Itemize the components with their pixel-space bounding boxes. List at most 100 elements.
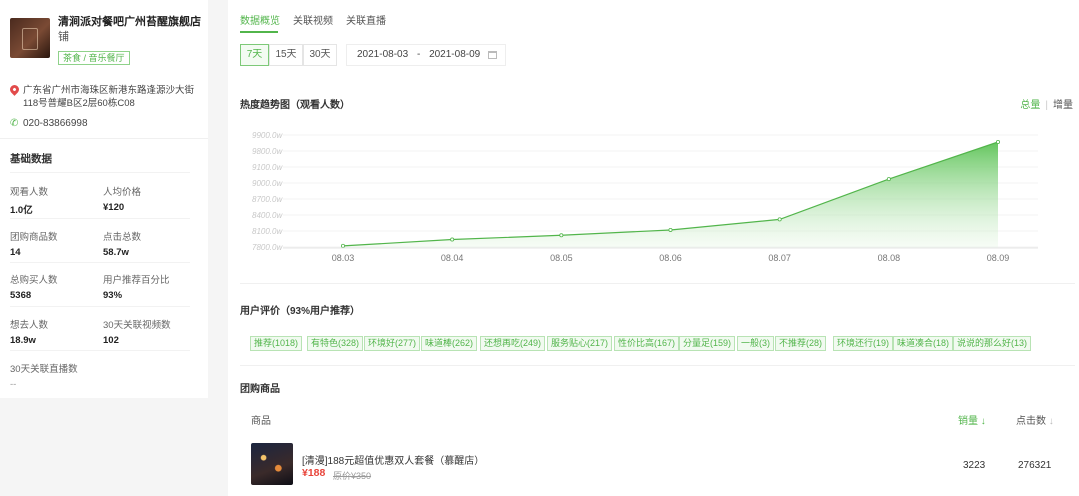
stat-total-clicks: 点击总数 58.7w [103,229,198,258]
stat-label: 总购买人数 [10,275,58,286]
range-7d-button[interactable]: 7天 [240,44,269,66]
product-price: ¥188 [302,467,326,479]
x-tick-label: 08.03 [332,253,355,263]
toggle-separator: | [1045,100,1048,111]
stat-value: 93% [103,290,123,301]
store-phone-text: 020-83866998 [23,118,88,129]
store-name-text: 清涧派对餐吧广州苔醒旗舰店 [58,16,201,28]
data-point[interactable] [886,177,891,182]
evaluation-tag[interactable]: 性价比高(167) [614,336,680,351]
evaluation-tags: 推荐(1018) 有特色(328) 环境好(277) 味道棒(262) 还想再吃(249… [250,336,1070,352]
toggle-increment[interactable]: 增量 [1053,100,1073,111]
stat-label: 点击总数 [103,232,142,243]
x-tick-label: 08.08 [878,253,901,263]
toggle-total[interactable]: 总量 [1020,100,1040,111]
stat-label: 观看人数 [10,187,49,198]
y-tick-label: 8700.0w [252,195,283,204]
divider [240,365,1075,366]
x-tick-label: 08.05 [550,253,573,263]
evaluation-tag[interactable]: 环境好(277) [364,336,421,351]
evaluation-tag[interactable]: 分量足(159) [679,336,736,351]
stat-30d-videos: 30天关联视频数 102 [103,317,198,346]
y-tick-label: 8100.0w [252,227,283,236]
y-tick-label: 9800.0w [252,147,283,156]
y-tick-label: 9100.0w [252,163,283,172]
basic-data-title: 基础数据 [10,153,52,165]
data-point[interactable] [450,237,455,242]
y-tick-label: 9900.0w [252,131,283,140]
product-name[interactable]: [清漫]188元超值优惠双人套餐（慕醒店） [302,452,484,467]
col-sales-header[interactable]: 销量 ↓ [958,412,986,427]
x-axis-ticks: 08.03 08.04 08.05 08.06 08.07 08.08 08.09 [332,253,1010,263]
stat-label: 30天关联视频数 [103,320,171,331]
tab-overview[interactable]: 数据概览 [240,12,280,27]
x-tick-label: 08.04 [441,253,464,263]
sort-down-icon: ↓ [980,416,986,427]
stat-value: -- [10,379,17,390]
stat-label: 30天关联直播数 [10,364,78,375]
main-panel: 数据概览 关联视频 关联直播 7天 15天 30天 2021-08-03 - 2… [228,0,1079,496]
evaluation-tag[interactable]: 环境还行(19) [833,336,894,351]
stat-want-to-go: 想去人数 18.9w [10,317,105,346]
evaluation-tag[interactable]: 有特色(328) [307,336,364,351]
store-name: 清涧派对餐吧广州苔醒旗舰店 铺 [58,15,206,45]
product-clicks: 276321 [1018,460,1052,471]
evaluation-tag[interactable]: 不推荐(28) [775,336,827,351]
x-tick-label: 08.07 [768,253,791,263]
col-clicks-header[interactable]: 点击数 ↓ [1016,412,1054,427]
divider [10,306,190,307]
date-separator: - [416,49,421,60]
stat-group-products: 团购商品数 14 [10,229,105,258]
col-product-header: 商品 [251,416,271,427]
evaluation-tag[interactable]: 还想再吃(249) [480,336,546,351]
evaluation-tag[interactable]: 一般(3) [737,336,774,351]
data-point[interactable] [996,139,1001,144]
tab-related-lives[interactable]: 关联直播 [346,12,386,27]
date-start: 2021-08-03 [357,49,409,60]
stat-value: 1.0亿 [10,205,33,216]
y-tick-label: 7800.0w [252,243,283,252]
divider [10,172,190,173]
product-original-price: 原价¥350 [333,471,372,481]
evaluation-tag[interactable]: 味道凑合(18) [893,336,954,351]
store-header: 清涧派对餐吧广州苔醒旗舰店 铺 茶食 / 音乐餐厅 [10,15,205,75]
stat-label: 团购商品数 [10,232,58,243]
range-15d-button[interactable]: 15天 [269,44,303,66]
y-tick-label: 8400.0w [252,211,283,220]
store-logo [10,18,50,58]
y-axis-ticks: 9900.0w 9800.0w 9100.0w 9000.0w 8700.0w 8400.… [252,131,283,252]
divider [10,262,190,263]
stat-recommend-percent: 用户推荐百分比 93% [103,272,198,301]
data-point[interactable] [668,227,673,232]
tab-related-videos[interactable]: 关联视频 [293,12,333,27]
x-tick-label: 08.09 [987,253,1010,263]
stat-value: 14 [10,247,21,258]
stat-value: 102 [103,335,119,346]
range-30d-button[interactable]: 30天 [303,44,337,66]
calendar-icon [488,51,497,59]
series-area [343,142,998,248]
stat-total-buyers: 总购买人数 5368 [10,272,105,301]
data-point[interactable] [777,217,782,222]
tab-active-indicator [240,31,278,33]
divider [10,218,190,219]
stat-viewers: 观看人数 1.0亿 [10,184,105,216]
chart-mode-toggle: 总量 | 增量 [1020,96,1073,111]
stat-value: ¥120 [103,202,125,213]
data-point[interactable] [559,233,564,238]
evaluation-tag[interactable]: 味道棒(262) [421,336,478,351]
evaluation-tag[interactable]: 服务贴心(217) [547,336,613,351]
x-tick-label: 08.06 [659,253,682,263]
stat-label: 人均价格 [103,187,142,198]
data-point[interactable] [341,243,346,248]
location-pin-icon [8,83,21,96]
product-image[interactable] [251,443,293,485]
evaluation-title: 用户评价（93%用户推荐） [240,306,361,317]
divider [10,350,190,351]
group-buy-title: 团购商品 [240,384,280,395]
stat-value: 18.9w [10,335,36,346]
evaluation-tag[interactable]: 推荐(1018) [250,336,303,351]
date-range-picker[interactable]: 2021-08-03 - 2021-08-09 [346,44,506,66]
phone-icon: ✆ [10,118,19,129]
evaluation-tag[interactable]: 说说的那么好(13) [953,336,1032,351]
